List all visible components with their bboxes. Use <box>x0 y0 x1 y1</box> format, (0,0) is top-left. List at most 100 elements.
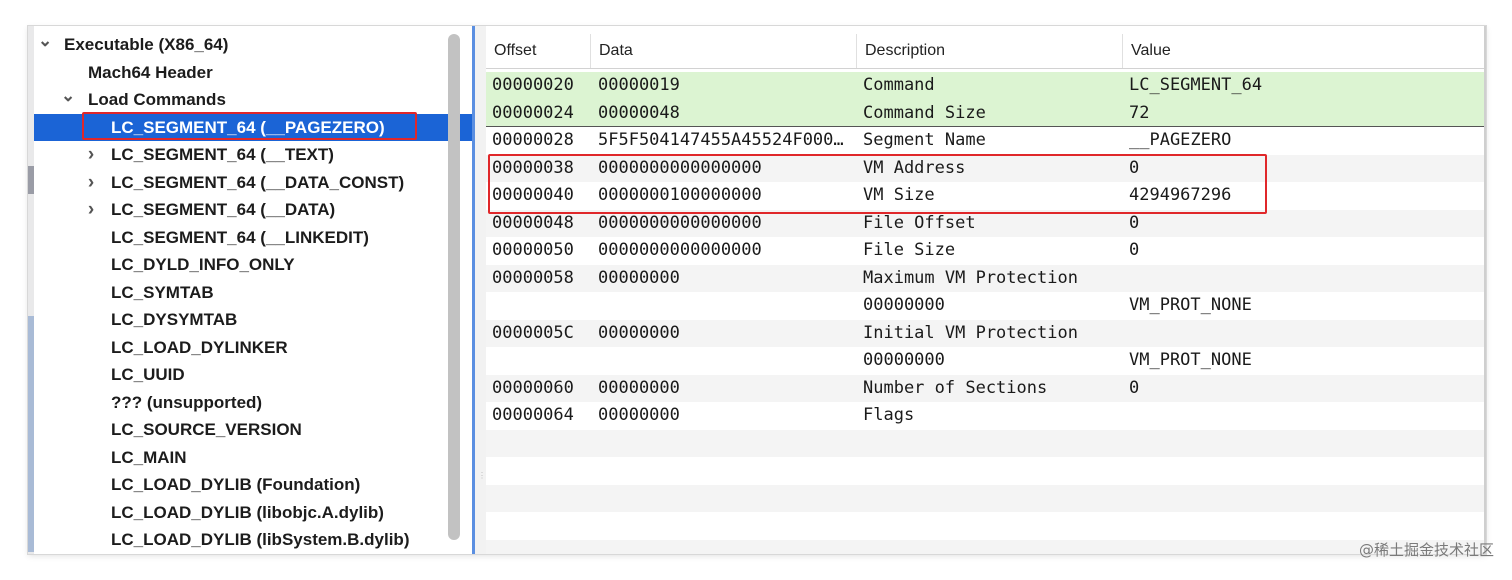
cell-offset: 00000028 <box>492 130 574 150</box>
cell-description: Segment Name <box>863 130 986 150</box>
outline-item-label: LC_UUID <box>111 365 185 384</box>
outline-item[interactable]: LC_LOAD_DYLINKER <box>34 334 472 361</box>
cell-description: File Size <box>863 240 956 260</box>
segment-detail-table: Offset Data Description Value 00000020 00… <box>486 26 1486 554</box>
outline-item[interactable]: LC_MAIN <box>34 444 472 471</box>
outline-item[interactable]: ??? (unsupported) <box>34 389 472 416</box>
cell-description: Flags <box>863 405 915 425</box>
outline-item-label: Executable (X86_64) <box>64 35 229 54</box>
cell-description: Initial VM Protection <box>863 322 1078 343</box>
outline-item[interactable]: LC_LOAD_DYLIB (Foundation) <box>34 471 472 498</box>
chevron-down-icon[interactable]: ⌄ <box>61 86 75 113</box>
column-header-description[interactable]: Description <box>856 34 1122 68</box>
table-row[interactable]: 00000000 VM_PROT_NONE <box>486 347 1486 375</box>
outline-item-label: LC_SEGMENT_64 (__TEXT) <box>111 145 334 164</box>
outline-item[interactable]: › LC_SEGMENT_64 (__TEXT) <box>34 141 472 168</box>
cell-description: Command <box>863 75 935 95</box>
cell-data: 00000000 <box>598 322 680 343</box>
outline-item-label: LC_SEGMENT_64 (__DATA_CONST) <box>111 172 405 192</box>
split-view-divider[interactable]: ⋮ <box>472 26 486 554</box>
cell-value: VM_PROT_NONE <box>1129 295 1252 315</box>
outline-item[interactable]: LC_LOAD_DYLIB (libobjc.A.dylib) <box>34 499 472 526</box>
cell-value: 0 <box>1129 240 1140 260</box>
divider-grip-icon: ⋮ <box>478 471 486 480</box>
outline-item-label: LC_LOAD_DYLIB (libobjc.A.dylib) <box>111 502 384 522</box>
outline-item-label: LC_DYSYMTAB <box>111 310 238 329</box>
cell-offset: 00000064 <box>492 405 574 425</box>
outline-item-label: LC_SEGMENT_64 (__DATA) <box>111 200 336 219</box>
outline-item-label: Load Commands <box>88 90 226 109</box>
outline-item[interactable]: LC_DYSYMTAB <box>34 306 472 333</box>
outline-item-label: LC_LOAD_DYLINKER <box>111 337 288 357</box>
cell-description: Maximum VM Protection <box>863 267 1078 288</box>
table-row[interactable]: 0000005C 00000000 Initial VM Protection <box>486 319 1486 347</box>
cell-offset: 00000058 <box>492 267 574 288</box>
table-row[interactable]: 00000020 00000019 Command LC_SEGMENT_64 <box>486 72 1486 100</box>
table-row[interactable] <box>486 429 1486 457</box>
cell-description: Command Size <box>863 102 986 123</box>
outline-item-label: LC_SYMTAB <box>111 282 214 302</box>
selected-item-annotation-box <box>82 112 417 140</box>
outline-item-label: ??? (unsupported) <box>111 392 263 412</box>
table-header: Offset Data Description Value <box>486 34 1486 69</box>
chevron-right-icon[interactable]: › <box>84 196 98 223</box>
table-row[interactable]: 00000064 00000000 Flags <box>486 402 1486 430</box>
cell-data: 00000000 <box>598 377 680 398</box>
cell-offset: 00000024 <box>492 102 574 123</box>
column-header-value[interactable]: Value <box>1122 34 1486 68</box>
cell-offset: 00000050 <box>492 240 574 260</box>
vm-rows-annotation-box <box>488 154 1267 214</box>
watermark: @稀土掘金技术社区 <box>1358 541 1494 559</box>
table-row[interactable]: 00000050 0000000000000000 File Size 0 <box>486 237 1486 265</box>
table-row[interactable] <box>486 512 1486 540</box>
app-window: ⌄ Executable (X86_64) Mach64 Header ⌄ Load C… <box>28 26 1486 554</box>
table-row[interactable]: 00000058 00000000 Maximum VM Protection <box>486 264 1486 292</box>
outline-item[interactable]: Mach64 Header <box>34 59 472 86</box>
outline-item-label: LC_LOAD_DYLIB (Foundation) <box>111 475 361 494</box>
table-row[interactable]: 00000028 5F5F504147455A45524F000… Segment … <box>486 127 1486 155</box>
table-row[interactable]: 00000024 00000048 Command Size 72 <box>486 99 1486 127</box>
cell-description: Number of Sections <box>863 377 1048 398</box>
cell-data: 00000000 <box>598 405 680 425</box>
cell-value: __PAGEZERO <box>1129 130 1232 150</box>
outline-scrollbar[interactable] <box>448 34 460 540</box>
outline-item-label: LC_MAIN <box>111 447 187 467</box>
cell-value: VM_PROT_NONE <box>1129 350 1252 370</box>
outline-item[interactable]: ⌄ Load Commands <box>34 86 472 113</box>
outline-item[interactable]: LC_DYLD_INFO_ONLY <box>34 251 472 278</box>
cell-offset: 00000060 <box>492 377 574 398</box>
column-header-data[interactable]: Data <box>590 34 856 68</box>
chevron-down-icon[interactable]: ⌄ <box>38 31 52 58</box>
outline-item[interactable]: LC_SOURCE_VERSION <box>34 416 472 443</box>
column-header-offset[interactable]: Offset <box>486 34 590 68</box>
outline-item[interactable]: ⌄ Executable (X86_64) <box>34 31 472 58</box>
table-row[interactable] <box>486 539 1486 554</box>
outline-item[interactable]: › LC_SEGMENT_64 (__DATA_CONST) <box>34 169 472 196</box>
outline-item[interactable]: LC_SEGMENT_64 (__LINKEDIT) <box>34 224 472 251</box>
outline-item[interactable]: LC_UUID <box>34 361 472 388</box>
cell-value: 72 <box>1129 102 1150 123</box>
outline-item-label: Mach64 Header <box>88 62 213 82</box>
outline-item[interactable]: › LC_SEGMENT_64 (__DATA) <box>34 196 472 223</box>
cell-data: 5F5F504147455A45524F000… <box>598 130 844 150</box>
chevron-right-icon[interactable]: › <box>84 141 98 168</box>
cell-data: 00000019 <box>598 75 680 95</box>
outline-item-label: LC_SEGMENT_64 (__LINKEDIT) <box>111 227 369 247</box>
table-row[interactable] <box>486 457 1486 485</box>
table-right-border <box>1484 26 1486 554</box>
cell-value: 0 <box>1129 377 1140 398</box>
outline-item[interactable]: LC_LOAD_DYLIB (libSystem.B.dylib) <box>34 526 472 553</box>
chevron-right-icon[interactable]: › <box>84 169 98 196</box>
cell-description: 00000000 <box>863 350 945 370</box>
cell-data: 00000000 <box>598 267 680 288</box>
outline-item[interactable]: LC_SYMTAB <box>34 279 472 306</box>
table-row[interactable]: 00000000 VM_PROT_NONE <box>486 292 1486 320</box>
cell-data: 0000000000000000 <box>598 240 762 260</box>
table-row[interactable] <box>486 484 1486 512</box>
cell-offset: 0000005C <box>492 322 574 343</box>
load-commands-outline: ⌄ Executable (X86_64) Mach64 Header ⌄ Load C… <box>34 26 472 554</box>
outline-item-label: LC_LOAD_DYLIB (libSystem.B.dylib) <box>111 530 410 549</box>
table-row[interactable]: 00000060 00000000 Number of Sections 0 <box>486 374 1486 402</box>
cell-description: 00000000 <box>863 295 945 315</box>
cell-value: LC_SEGMENT_64 <box>1129 75 1263 95</box>
